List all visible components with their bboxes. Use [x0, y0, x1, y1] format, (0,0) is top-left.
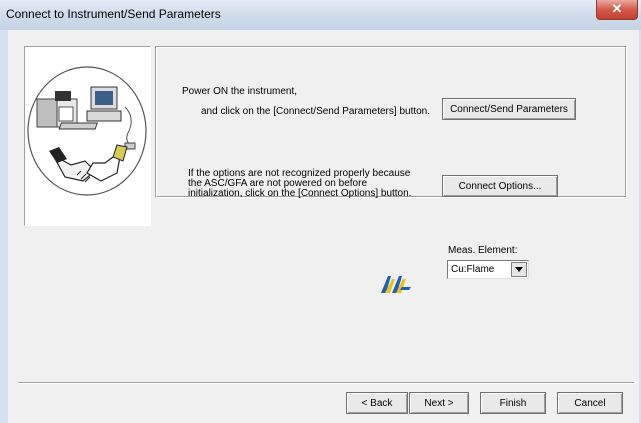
- illustration-panel: [24, 46, 151, 226]
- title-bar: Connect to Instrument/Send Parameters ✕: [0, 0, 641, 30]
- close-button[interactable]: ✕: [596, 0, 638, 20]
- back-button[interactable]: < Back: [346, 392, 408, 414]
- options-note-line-3: initialization, click on the [Connect Op…: [188, 188, 412, 199]
- dialog-body: Power ON the instrument, and click on th…: [8, 30, 639, 423]
- dropdown-button[interactable]: [511, 262, 527, 277]
- next-button[interactable]: Next >: [409, 392, 469, 414]
- chevron-down-icon: [515, 267, 523, 272]
- meas-element-select[interactable]: Cu:Flame: [447, 260, 529, 279]
- power-on-text: Power ON the instrument,: [182, 86, 298, 97]
- connection-info-box: Power ON the instrument, and click on th…: [155, 46, 627, 199]
- connect-send-parameters-button[interactable]: Connect/Send Parameters: [442, 98, 576, 120]
- meas-element-value: Cu:Flame: [451, 264, 495, 275]
- meas-element-label: Meas. Element:: [448, 245, 518, 256]
- instrument-pc-handshake-icon: [27, 66, 147, 196]
- connect-options-button[interactable]: Connect Options...: [442, 175, 558, 197]
- footer-separator: [18, 382, 634, 384]
- close-icon: ✕: [611, 1, 623, 16]
- finish-button[interactable]: Finish: [480, 392, 546, 414]
- click-connect-text: and click on the [Connect/Send Parameter…: [201, 106, 431, 117]
- window-title: Connect to Instrument/Send Parameters: [6, 7, 221, 21]
- aa-logo-icon: [381, 276, 411, 293]
- cancel-button[interactable]: Cancel: [557, 392, 623, 414]
